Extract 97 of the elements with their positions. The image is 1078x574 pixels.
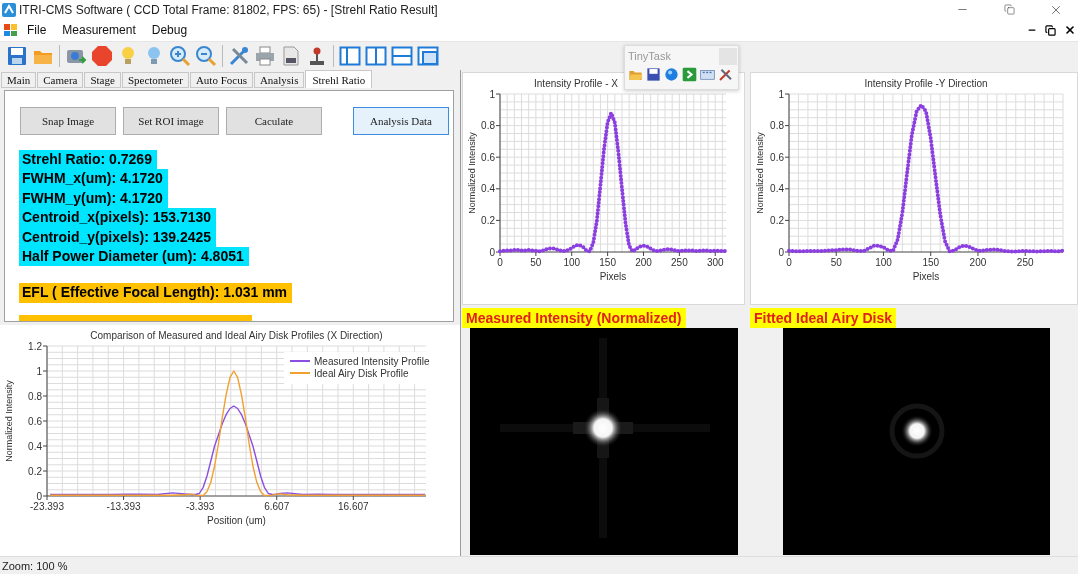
tick-label: 0 bbox=[786, 257, 792, 268]
tick-label: 100 bbox=[563, 257, 581, 268]
restore-icon bbox=[1045, 24, 1056, 36]
layout-icon[interactable] bbox=[365, 45, 387, 67]
result-text: Centroid_y(pixels): 139.2425 bbox=[19, 227, 217, 248]
play-icon[interactable] bbox=[682, 67, 697, 82]
tick-label: 1 bbox=[36, 365, 42, 377]
menu-item[interactable]: File bbox=[20, 21, 54, 39]
zoom-in-icon[interactable] bbox=[169, 45, 191, 67]
tick-label: -3.393 bbox=[185, 501, 215, 512]
tab[interactable]: Stage bbox=[84, 72, 121, 88]
tick-label: 0.4 bbox=[770, 183, 784, 195]
tick-label: 0.4 bbox=[28, 440, 42, 452]
tick-label: 250 bbox=[1016, 257, 1034, 268]
chart-title: Intensity Profile -Y Direction bbox=[864, 78, 988, 89]
window-title: TinyTask bbox=[628, 50, 671, 62]
legend-label: Ideal Airy Disk Profile bbox=[314, 367, 409, 379]
axis-title: Normalized Intensity bbox=[4, 380, 14, 462]
legend-label: Measured Intensity Profile bbox=[314, 355, 430, 367]
zoom-out-icon[interactable] bbox=[195, 45, 217, 67]
tab[interactable]: Auto Focus bbox=[189, 72, 253, 88]
tab[interactable]: Analysis bbox=[253, 72, 305, 88]
axis-title: Normalized Intensity bbox=[467, 132, 477, 214]
action-button[interactable]: Set ROI image bbox=[123, 107, 219, 135]
layout-icon[interactable] bbox=[339, 45, 361, 67]
restore-icon bbox=[1003, 4, 1015, 15]
legend-line-icon bbox=[289, 372, 311, 374]
tick-label: 250 bbox=[671, 257, 688, 268]
tab[interactable]: Main bbox=[1, 72, 37, 88]
result-text: Strehl Ratio: 0.7269 bbox=[19, 150, 157, 170]
tick-label: 150 bbox=[922, 257, 940, 268]
tick-label: 0 bbox=[489, 246, 495, 258]
action-button[interactable]: Caculate bbox=[226, 107, 322, 135]
status-text: Zoom: 100 % bbox=[2, 559, 68, 572]
tick-label: 0.6 bbox=[481, 151, 495, 163]
app-menu-icon[interactable] bbox=[4, 23, 18, 37]
tick-label: 200 bbox=[969, 257, 987, 268]
tick-label: 0.2 bbox=[481, 214, 495, 226]
tick-label: 150 bbox=[599, 257, 616, 268]
tick-label: 0.8 bbox=[481, 120, 495, 132]
result-text: EFL ( Effective Focal Length): 1.031 mm bbox=[19, 283, 293, 303]
tick-label: 0 bbox=[778, 246, 784, 258]
tick-label: 1.2 bbox=[28, 340, 42, 352]
tools-icon[interactable] bbox=[228, 45, 250, 67]
layout-icon[interactable] bbox=[417, 45, 439, 67]
tick-label: 0 bbox=[497, 257, 503, 268]
stop-icon[interactable] bbox=[91, 45, 113, 67]
close-icon bbox=[1063, 24, 1076, 36]
result-text: FWHM_y(um): 4.1720 bbox=[19, 188, 168, 209]
save-icon[interactable] bbox=[646, 67, 661, 82]
result-text: Half Power Diameter (um): 4.8051 bbox=[19, 247, 249, 267]
tick-label: 100 bbox=[875, 257, 892, 268]
action-button[interactable]: Snap Image bbox=[20, 107, 116, 135]
result-text: Centroid_x(pixels): 153.7130 bbox=[19, 208, 217, 228]
tick-label: 50 bbox=[530, 257, 542, 268]
tick-label: 200 bbox=[635, 257, 652, 268]
menu-item[interactable]: Debug bbox=[144, 21, 195, 39]
legend-line-icon bbox=[289, 360, 311, 362]
tab[interactable]: Spectometer bbox=[121, 72, 189, 88]
text-file-icon[interactable] bbox=[280, 45, 302, 67]
tick-label: 0.8 bbox=[28, 390, 42, 402]
tick-label: 0.6 bbox=[770, 151, 784, 163]
axis-title: Pixels bbox=[912, 271, 940, 282]
chart-title: Intensity Profile - X bbox=[534, 78, 618, 89]
printer-icon[interactable] bbox=[254, 45, 276, 67]
action-button[interactable]: Analysis Data bbox=[353, 107, 449, 135]
tick-label: 16.607 bbox=[338, 501, 369, 512]
tick-label: 0.8 bbox=[770, 120, 784, 132]
result-text: FWHM_x(um): 4.1720 bbox=[19, 169, 168, 189]
axis-title: Pixels bbox=[599, 271, 627, 282]
axis-title: Normalized Intensity bbox=[755, 132, 765, 214]
tick-label: -23.393 bbox=[30, 501, 64, 512]
layout-icon[interactable] bbox=[391, 45, 413, 67]
tab[interactable]: Strehl Ratio bbox=[305, 70, 373, 88]
tick-label: 0 bbox=[36, 490, 42, 502]
tick-label: 0.6 bbox=[28, 415, 42, 427]
menu-item[interactable]: Measurement bbox=[55, 21, 143, 39]
tick-label: -13.393 bbox=[106, 501, 141, 512]
tools-icon[interactable] bbox=[718, 67, 733, 82]
chart-title: Comparison of Measured and Ideal Airy Disk Profiles (X Direction) bbox=[90, 330, 383, 341]
axis-title: Position (um) bbox=[207, 515, 266, 526]
tick-label: 0.2 bbox=[770, 214, 784, 226]
image-caption: Measured Intensity (Normalized) bbox=[462, 308, 686, 328]
restore-button[interactable] bbox=[1042, 22, 1059, 38]
record-icon[interactable] bbox=[664, 67, 679, 82]
tick-label: 300 bbox=[706, 257, 724, 268]
tick-label: 0.4 bbox=[481, 183, 495, 195]
tick-label: 6.607 bbox=[264, 501, 290, 512]
tick-label: 1 bbox=[489, 88, 495, 100]
tick-label: 50 bbox=[830, 257, 842, 268]
save-icon[interactable] bbox=[6, 45, 28, 67]
tab[interactable]: Camera bbox=[37, 72, 84, 88]
tick-label: 1 bbox=[778, 88, 784, 100]
image-caption: Fitted Ideal Airy Disk bbox=[750, 308, 896, 328]
film-icon[interactable] bbox=[700, 67, 715, 82]
window-title: ITRI-CMS Software ( CCD Total Frame: 81802, FPS: 65) - [Strehl Ratio Result] bbox=[19, 2, 439, 17]
tick-label: 0.2 bbox=[28, 465, 42, 477]
